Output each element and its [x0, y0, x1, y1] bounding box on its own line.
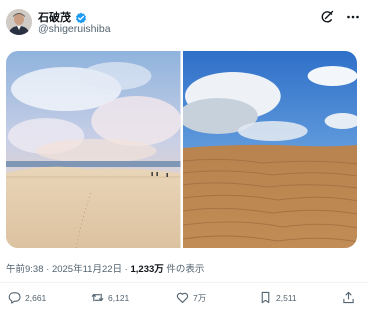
- post-time[interactable]: 午前9:38: [6, 264, 44, 275]
- bookmark-icon: [261, 291, 270, 304]
- meta-separator: ·: [43, 264, 52, 275]
- repost-button[interactable]: 6,121: [91, 291, 129, 304]
- action-bar: 2,661 6,121 7万 2,511: [6, 291, 360, 307]
- reply-count: 2,661: [25, 292, 47, 303]
- verified-badge-icon: [75, 11, 87, 24]
- repost-icon: [91, 293, 104, 302]
- more-options-icon[interactable]: [346, 10, 360, 24]
- share-icon: [343, 291, 354, 304]
- bookmark-button[interactable]: 2,511: [259, 291, 297, 304]
- repost-count: 6,121: [108, 292, 130, 303]
- tweet-header: 石破茂 @shigeruishiba: [6, 7, 360, 39]
- avatar[interactable]: [6, 9, 32, 35]
- divider: [0, 282, 368, 283]
- post-date[interactable]: 2025年11月22日: [52, 264, 122, 275]
- like-count: 7万: [193, 292, 207, 303]
- media-grid: [6, 51, 357, 248]
- share-button[interactable]: [342, 291, 355, 304]
- tweet-meta: 午前9:38 · 2025年11月22日 · 1,233万 件の表示: [6, 261, 204, 275]
- photo-dunes-ripples-sky[interactable]: [182, 51, 357, 248]
- views-label: 件の表示: [163, 264, 205, 275]
- reply-icon: [8, 292, 21, 304]
- views-count: 1,233万: [130, 264, 164, 275]
- grok-icon[interactable]: [320, 10, 334, 24]
- like-button[interactable]: 7万: [176, 291, 206, 304]
- like-icon: [176, 292, 189, 303]
- reply-button[interactable]: 2,661: [8, 291, 46, 304]
- bookmark-count: 2,511: [276, 292, 297, 303]
- user-handle[interactable]: @shigeruishiba: [38, 23, 111, 35]
- photo-dunes-clouds-sea[interactable]: [6, 51, 181, 248]
